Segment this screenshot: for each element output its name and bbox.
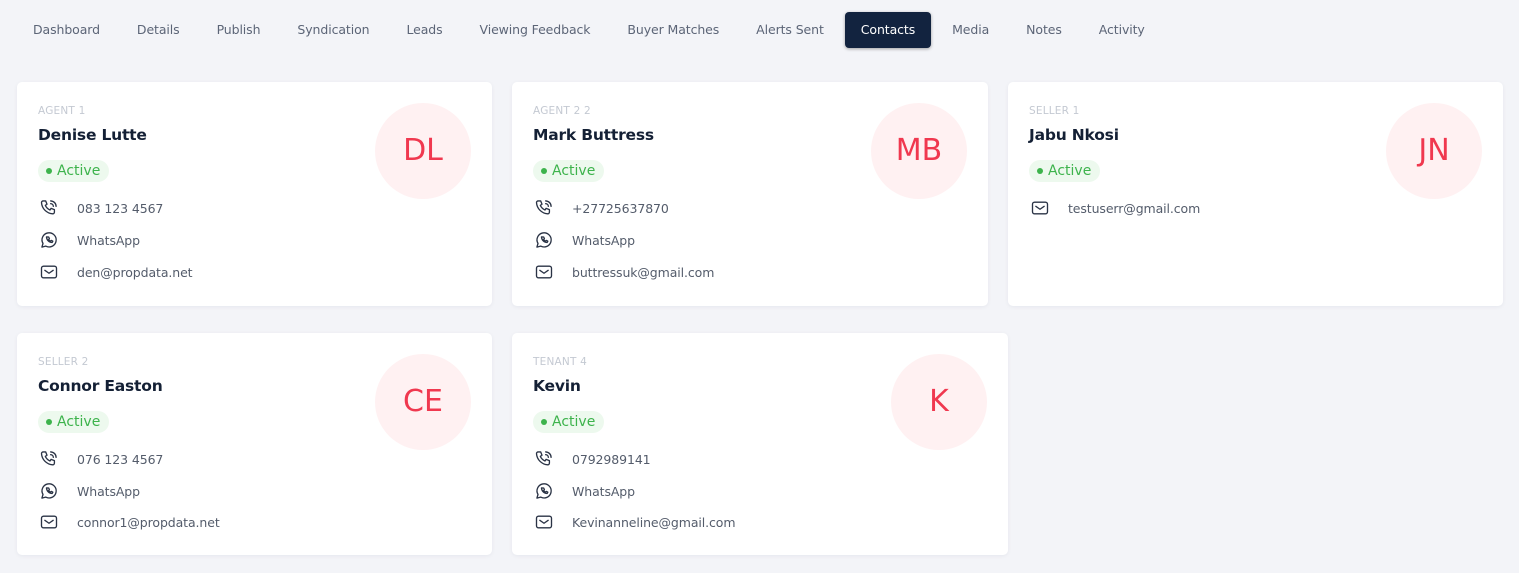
contact-email[interactable]: testuserr@gmail.com bbox=[1068, 201, 1200, 216]
contact-role: AGENT 1 bbox=[38, 105, 86, 117]
email-row[interactable]: buttressuk@gmail.com bbox=[533, 261, 714, 283]
contact-whatsapp[interactable]: WhatsApp bbox=[572, 484, 635, 499]
email-row[interactable]: connor1@propdata.net bbox=[38, 511, 220, 533]
contact-phone[interactable]: 076 123 4567 bbox=[77, 452, 163, 467]
avatar: MB bbox=[871, 103, 967, 199]
phone-icon bbox=[533, 197, 555, 219]
contact-phone[interactable]: 0792989141 bbox=[572, 452, 651, 467]
avatar: DL bbox=[375, 103, 471, 199]
tab-details[interactable]: Details bbox=[121, 12, 196, 48]
tab-notes[interactable]: Notes bbox=[1010, 12, 1078, 48]
contact-card: AGENT 1 Denise Lutte Active DL 083 123 4… bbox=[17, 82, 492, 306]
contact-email[interactable]: Kevinanneline@gmail.com bbox=[572, 515, 736, 530]
email-row[interactable]: Kevinanneline@gmail.com bbox=[533, 511, 736, 533]
status-badge: Active bbox=[533, 411, 605, 433]
mail-icon bbox=[533, 511, 555, 533]
tab-publish[interactable]: Publish bbox=[201, 12, 277, 48]
mail-icon bbox=[38, 261, 60, 283]
phone-icon bbox=[533, 448, 555, 470]
contact-email[interactable]: connor1@propdata.net bbox=[77, 515, 220, 530]
avatar: K bbox=[891, 354, 987, 450]
status-badge: Active bbox=[533, 160, 605, 182]
tab-dashboard[interactable]: Dashboard bbox=[20, 12, 116, 48]
phone-row[interactable]: 0792989141 bbox=[533, 448, 651, 470]
avatar: CE bbox=[375, 354, 471, 450]
mail-icon bbox=[533, 261, 555, 283]
status-badge: Active bbox=[1029, 160, 1101, 182]
tab-bar: Dashboard Details Publish Syndication Le… bbox=[20, 12, 1166, 48]
contact-card: SELLER 1 Jabu Nkosi Active JN testuserr@… bbox=[1008, 82, 1503, 306]
whatsapp-row[interactable]: WhatsApp bbox=[533, 480, 635, 502]
whatsapp-row[interactable]: WhatsApp bbox=[38, 229, 140, 251]
phone-row[interactable]: 083 123 4567 bbox=[38, 197, 163, 219]
status-badge: Active bbox=[38, 411, 110, 433]
contact-role: SELLER 1 bbox=[1029, 105, 1080, 117]
contact-phone[interactable]: +27725637870 bbox=[572, 201, 669, 216]
tab-activity[interactable]: Activity bbox=[1083, 12, 1161, 48]
phone-row[interactable]: 076 123 4567 bbox=[38, 448, 163, 470]
whatsapp-icon bbox=[533, 480, 555, 502]
contact-role: SELLER 2 bbox=[38, 356, 89, 368]
email-row[interactable]: testuserr@gmail.com bbox=[1029, 197, 1200, 219]
status-badge: Active bbox=[38, 160, 110, 182]
phone-row[interactable]: +27725637870 bbox=[533, 197, 669, 219]
contact-name: Kevin bbox=[533, 377, 581, 395]
whatsapp-row[interactable]: WhatsApp bbox=[533, 229, 635, 251]
contact-whatsapp[interactable]: WhatsApp bbox=[77, 233, 140, 248]
contact-name: Connor Easton bbox=[38, 377, 163, 395]
tab-viewing-feedback[interactable]: Viewing Feedback bbox=[464, 12, 607, 48]
mail-icon bbox=[38, 511, 60, 533]
tab-alerts-sent[interactable]: Alerts Sent bbox=[740, 12, 840, 48]
contact-card: SELLER 2 Connor Easton Active CE 076 123… bbox=[17, 333, 492, 555]
avatar: JN bbox=[1386, 103, 1482, 199]
contact-email[interactable]: buttressuk@gmail.com bbox=[572, 265, 714, 280]
contact-name: Jabu Nkosi bbox=[1029, 126, 1119, 144]
contact-whatsapp[interactable]: WhatsApp bbox=[77, 484, 140, 499]
whatsapp-icon bbox=[38, 480, 60, 502]
contact-role: TENANT 4 bbox=[533, 356, 587, 368]
whatsapp-icon bbox=[533, 229, 555, 251]
contact-email[interactable]: den@propdata.net bbox=[77, 265, 193, 280]
contact-name: Mark Buttress bbox=[533, 126, 654, 144]
contact-whatsapp[interactable]: WhatsApp bbox=[572, 233, 635, 248]
phone-icon bbox=[38, 448, 60, 470]
contact-role: AGENT 2 2 bbox=[533, 105, 591, 117]
whatsapp-icon bbox=[38, 229, 60, 251]
phone-icon bbox=[38, 197, 60, 219]
contact-card: AGENT 2 2 Mark Buttress Active MB +27725… bbox=[512, 82, 988, 306]
tab-leads[interactable]: Leads bbox=[390, 12, 458, 48]
mail-icon bbox=[1029, 197, 1051, 219]
contact-card: TENANT 4 Kevin Active K 0792989141 Whats… bbox=[512, 333, 1008, 555]
email-row[interactable]: den@propdata.net bbox=[38, 261, 193, 283]
tab-media[interactable]: Media bbox=[936, 12, 1005, 48]
tab-contacts[interactable]: Contacts bbox=[844, 12, 932, 48]
contact-name: Denise Lutte bbox=[38, 126, 147, 144]
contact-phone[interactable]: 083 123 4567 bbox=[77, 201, 163, 216]
tab-syndication[interactable]: Syndication bbox=[281, 12, 385, 48]
tab-buyer-matches[interactable]: Buyer Matches bbox=[611, 12, 735, 48]
whatsapp-row[interactable]: WhatsApp bbox=[38, 480, 140, 502]
